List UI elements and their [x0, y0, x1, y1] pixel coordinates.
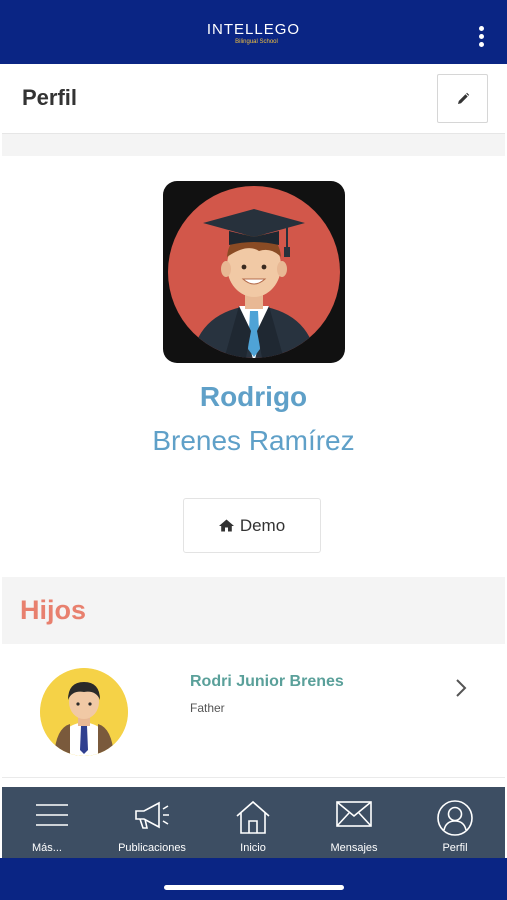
edit-profile-button[interactable]	[437, 74, 488, 123]
tab-more-label: Más...	[32, 842, 62, 854]
section-divider	[2, 134, 505, 156]
brand-logo: INTELLEGO Bilingual School	[0, 22, 507, 46]
tab-inicio[interactable]: Inicio	[203, 787, 303, 858]
tab-perfil[interactable]: Perfil	[405, 787, 505, 858]
tab-mensajes[interactable]: Mensajes	[304, 787, 404, 858]
brand-subtitle: Bilingual School	[235, 39, 278, 45]
tab-publicaciones[interactable]: Publicaciones	[102, 787, 202, 858]
tab-perfil-label: Perfil	[442, 842, 468, 854]
tab-inicio-label: Inicio	[240, 842, 266, 854]
page-title: Perfil	[22, 85, 78, 110]
profile-avatar	[163, 181, 345, 363]
kebab-menu-icon[interactable]	[479, 26, 485, 48]
child-relation: Father	[190, 701, 225, 715]
home-icon	[218, 519, 234, 532]
tab-mensajes-label: Mensajes	[330, 842, 378, 854]
top-bar: INTELLEGO Bilingual School	[0, 0, 507, 64]
envelope-icon	[336, 801, 372, 827]
children-section-title: Hijos	[20, 595, 87, 625]
hamburger-icon	[36, 804, 68, 826]
profile-last-name: Brenes Ramírez	[152, 425, 355, 456]
child-list-item[interactable]: Rodri Junior Brenes Father	[2, 644, 505, 778]
home-icon	[236, 800, 270, 834]
child-avatar	[40, 668, 128, 756]
school-demo-label: Demo	[239, 515, 286, 535]
child-name: Rodri Junior Brenes	[190, 673, 344, 690]
school-demo-button[interactable]: Demo	[183, 498, 321, 553]
megaphone-icon	[135, 801, 169, 829]
user-circle-icon	[437, 800, 473, 836]
system-home-bar	[0, 858, 507, 900]
chevron-right-icon	[456, 679, 467, 697]
page-header: Perfil	[2, 64, 505, 134]
pencil-icon	[457, 92, 469, 104]
bottom-tab-bar: Más... Publicaciones Inicio Mensajes Per…	[2, 787, 505, 858]
brand-name: INTELLEGO	[206, 21, 301, 38]
children-section-header: Hijos	[2, 577, 505, 644]
tab-more[interactable]: Más...	[2, 787, 102, 858]
home-indicator[interactable]	[164, 885, 344, 890]
tab-publicaciones-label: Publicaciones	[118, 842, 186, 854]
profile-first-name: Rodrigo	[199, 381, 308, 412]
